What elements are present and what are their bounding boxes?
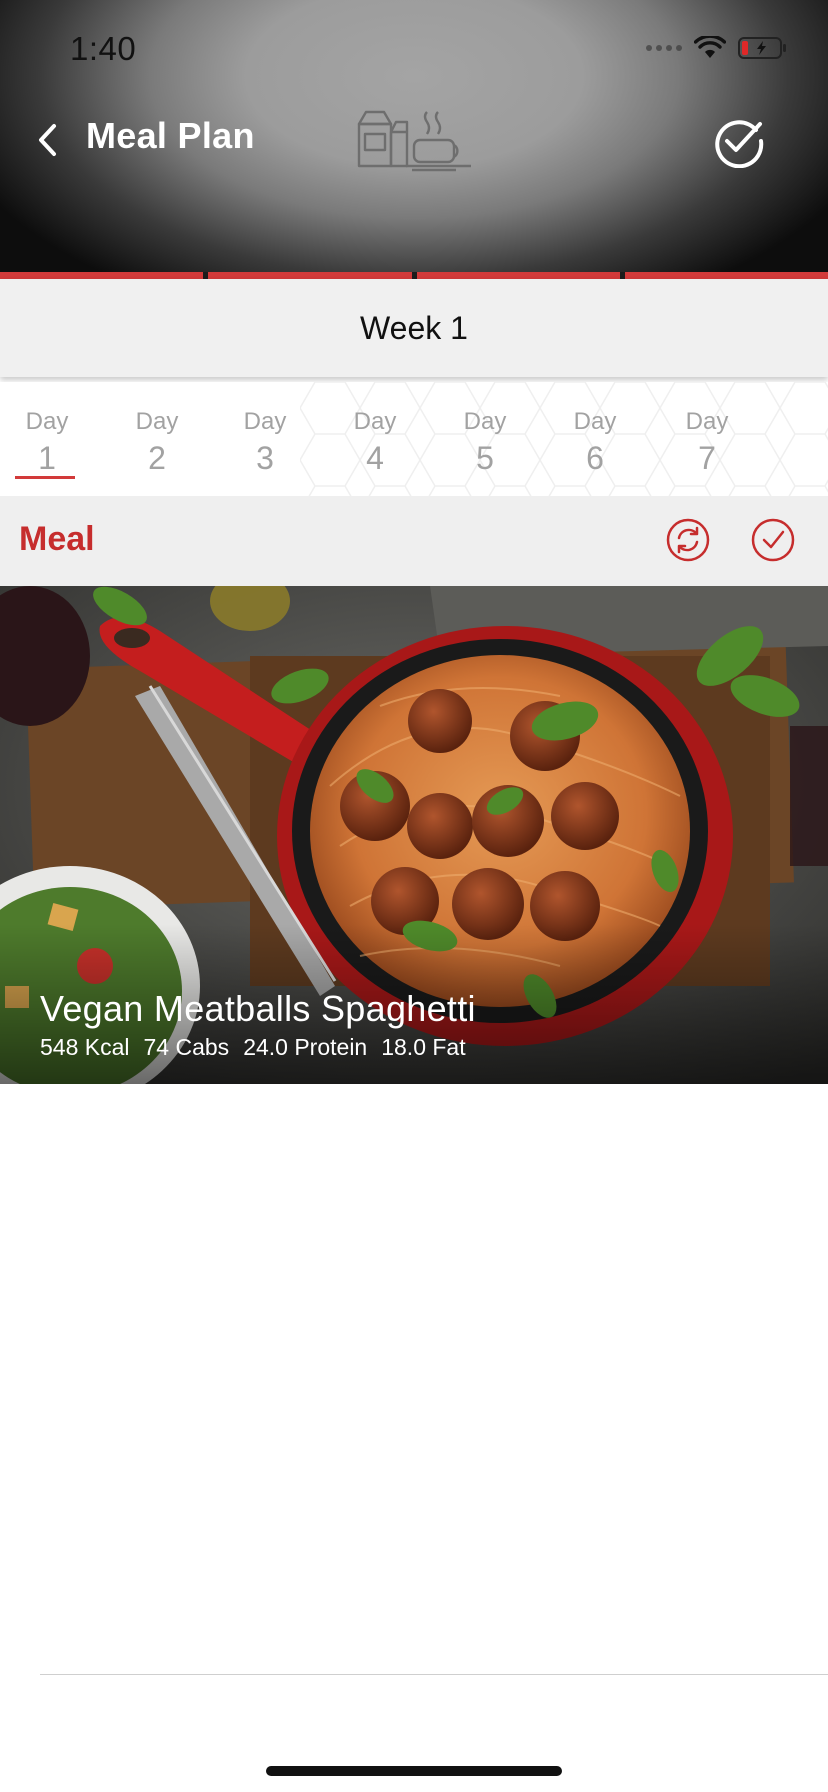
check-circle-icon[interactable] bbox=[751, 518, 795, 567]
day-number: 4 bbox=[366, 440, 384, 476]
day-label: Day bbox=[243, 408, 287, 435]
day-label: Day bbox=[25, 408, 69, 435]
status-indicators bbox=[646, 36, 788, 60]
meal-kcal: 548 Kcal bbox=[40, 1034, 130, 1060]
day-number: 7 bbox=[698, 440, 716, 476]
day-label: Day bbox=[685, 408, 729, 435]
tab-day-5[interactable]: Day 5 bbox=[440, 408, 530, 477]
meal-protein: 24.0 Protein bbox=[243, 1034, 368, 1060]
tab-day-3[interactable]: Day 3 bbox=[220, 408, 310, 477]
meal-fat: 18.0 Fat bbox=[381, 1034, 466, 1060]
home-indicator[interactable] bbox=[266, 1766, 562, 1776]
day-number: 5 bbox=[476, 440, 494, 476]
tab-day-7[interactable]: Day 7 bbox=[662, 408, 752, 477]
week-progress-bar bbox=[0, 272, 828, 279]
meal-card[interactable]: Vegan Meatballs Spaghetti 548 Kcal 74 Ca… bbox=[0, 586, 828, 1084]
day-label: Day bbox=[573, 408, 617, 435]
tab-day-4[interactable]: Day 4 bbox=[330, 408, 420, 477]
selected-day-indicator bbox=[15, 476, 75, 479]
meal-label: Meal bbox=[19, 520, 95, 558]
divider bbox=[40, 1674, 828, 1675]
day-number: 2 bbox=[148, 440, 166, 476]
wifi-icon bbox=[694, 36, 726, 60]
day-label: Day bbox=[463, 408, 507, 435]
progress-segment bbox=[624, 272, 828, 279]
page-title: Meal Plan bbox=[86, 115, 255, 156]
progress-segment bbox=[208, 272, 412, 279]
day-number: 6 bbox=[586, 440, 604, 476]
day-number: 3 bbox=[256, 440, 274, 476]
day-label: Day bbox=[135, 408, 179, 435]
breakfast-icon bbox=[356, 110, 476, 177]
meal-carbs: 74 Cabs bbox=[143, 1034, 230, 1060]
meal-macros: 548 Kcal 74 Cabs 24.0 Protein 18.0 Fat bbox=[40, 1034, 466, 1061]
meal-section-header: Meal bbox=[0, 496, 828, 586]
week-selector[interactable]: Week 1 bbox=[0, 279, 828, 377]
week-label: Week 1 bbox=[360, 309, 468, 346]
cellular-signal-icon bbox=[646, 45, 682, 51]
battery-icon bbox=[738, 36, 788, 60]
check-circle-icon[interactable] bbox=[712, 114, 766, 173]
status-time: 1:40 bbox=[70, 30, 137, 67]
progress-segment bbox=[0, 272, 204, 279]
day-number: 1 bbox=[38, 440, 56, 476]
tab-day-1[interactable]: Day 1 bbox=[2, 408, 92, 477]
app-header: 1:40 Meal Plan bbox=[0, 0, 828, 272]
refresh-icon[interactable] bbox=[666, 518, 710, 567]
tab-day-2[interactable]: Day 2 bbox=[112, 408, 202, 477]
day-tabs: Day 1 Day 2 Day 3 Day 4 Day 5 Day 6 Day … bbox=[0, 382, 828, 496]
progress-segment bbox=[416, 272, 620, 279]
day-label: Day bbox=[353, 408, 397, 435]
chevron-left-icon[interactable] bbox=[36, 118, 66, 162]
meal-title: Vegan Meatballs Spaghetti bbox=[40, 988, 476, 1029]
tab-day-6[interactable]: Day 6 bbox=[550, 408, 640, 477]
